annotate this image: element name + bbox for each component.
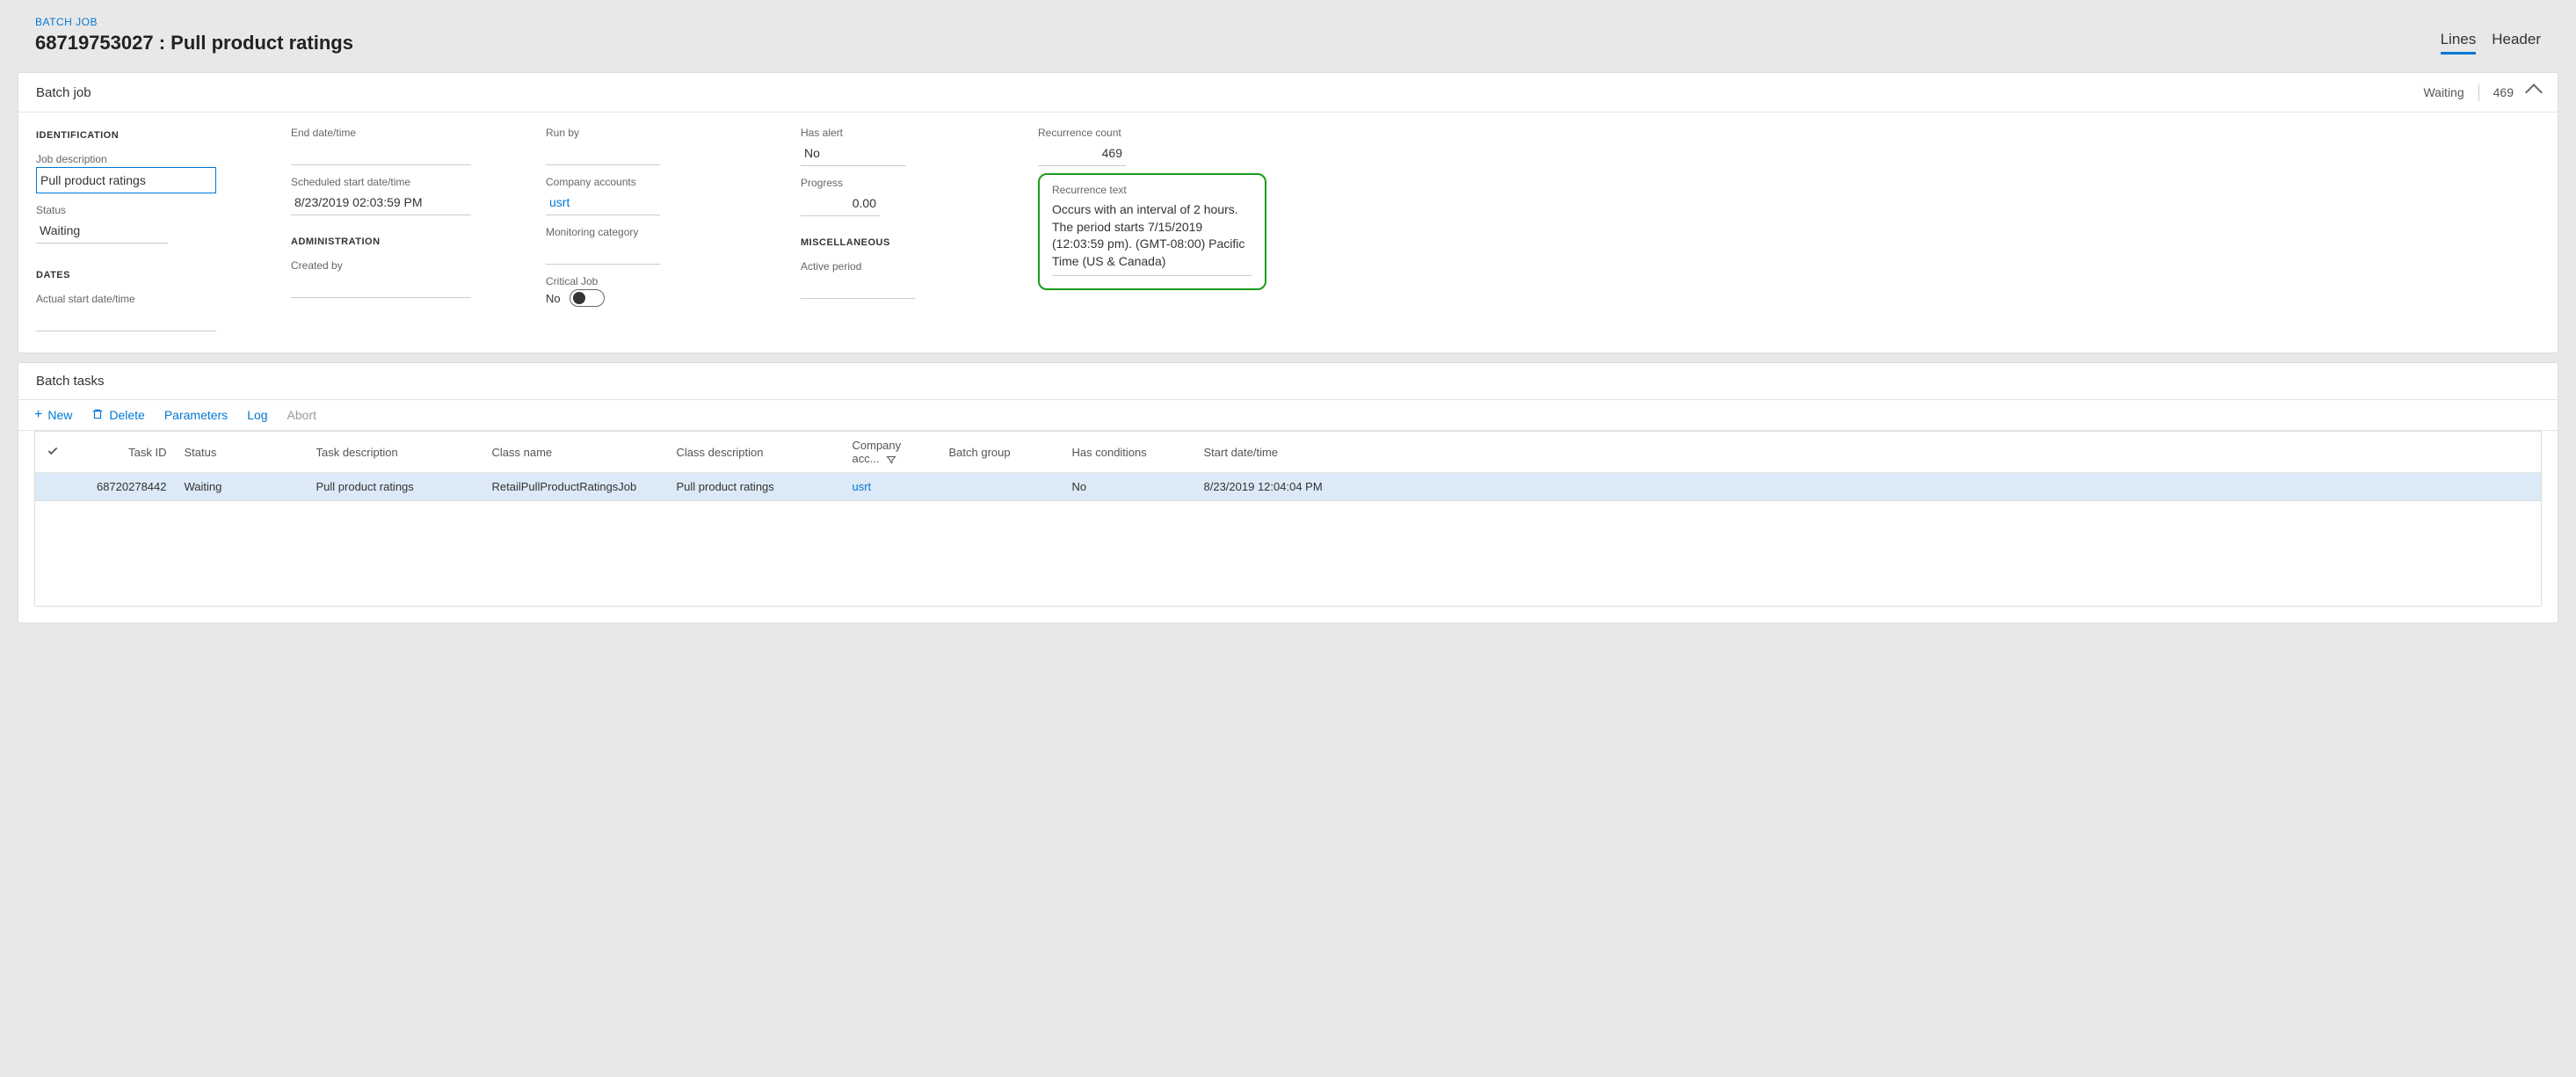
count-badge: 469 (2493, 85, 2514, 99)
status-value[interactable]: Waiting (36, 218, 168, 244)
new-button[interactable]: + New (34, 407, 72, 423)
created-by-value[interactable] (291, 273, 471, 298)
col-task-description[interactable]: Task description (308, 432, 483, 473)
has-alert-value[interactable]: No (801, 141, 906, 166)
plus-icon: + (34, 407, 42, 423)
recurrence-highlight: Recurrence text Occurs with an interval … (1038, 173, 1266, 290)
col-company-acc[interactable]: Company acc... (844, 432, 940, 473)
run-by-value[interactable] (546, 141, 660, 165)
cell-class-description: Pull product ratings (668, 473, 844, 501)
grid-empty-area (34, 501, 2542, 607)
view-tabs: Lines Header (2441, 31, 2541, 55)
table-row[interactable]: 68720278442 Waiting Pull product ratings… (35, 473, 2542, 501)
status-badge: Waiting (2423, 85, 2464, 99)
cell-batch-group (940, 473, 1063, 501)
batch-job-card-title: Batch job (36, 85, 91, 100)
tab-lines[interactable]: Lines (2441, 31, 2477, 55)
abort-button: Abort (287, 408, 316, 422)
page-header: BATCH JOB 68719753027 : Pull product rat… (18, 0, 2558, 63)
cell-has-conditions: No (1063, 473, 1195, 501)
label-progress: Progress (801, 177, 1003, 189)
label-scheduled-start: Scheduled start date/time (291, 176, 511, 188)
label-end-date: End date/time (291, 127, 511, 139)
batch-tasks-card: Batch tasks + New Delete Parameters Log … (18, 362, 2558, 623)
col-task-id[interactable]: Task ID (70, 432, 176, 473)
active-period-value[interactable] (801, 274, 915, 299)
recurrence-text-value: Occurs with an interval of 2 hours. The … (1052, 201, 1252, 276)
chevron-up-icon[interactable] (2525, 84, 2543, 101)
section-dates: DATES (36, 270, 256, 280)
cell-company-acc[interactable]: usrt (844, 473, 940, 501)
label-job-description: Job description (36, 153, 256, 165)
label-run-by: Run by (546, 127, 766, 139)
actual-start-value[interactable] (36, 307, 216, 331)
label-recurrence-text: Recurrence text (1052, 184, 1252, 196)
cell-start-date: 8/23/2019 12:04:04 PM (1195, 473, 2542, 501)
label-recurrence-count: Recurrence count (1038, 127, 1266, 139)
label-actual-start: Actual start date/time (36, 293, 256, 305)
batch-tasks-card-header[interactable]: Batch tasks (18, 363, 2558, 400)
page-title: 68719753027 : Pull product ratings (35, 32, 353, 55)
label-created-by: Created by (291, 259, 511, 272)
delete-button-label: Delete (109, 408, 144, 422)
section-miscellaneous: MISCELLANEOUS (801, 237, 1003, 248)
breadcrumb[interactable]: BATCH JOB (35, 16, 353, 28)
tasks-grid: Task ID Status Task description Class na… (34, 431, 2542, 501)
label-critical-job: Critical Job (546, 275, 766, 287)
end-date-value[interactable] (291, 141, 471, 165)
col-class-name[interactable]: Class name (483, 432, 668, 473)
tasks-toolbar: + New Delete Parameters Log Abort (18, 400, 2558, 431)
trash-icon (91, 408, 104, 423)
parameters-button[interactable]: Parameters (164, 408, 228, 422)
tab-header[interactable]: Header (2492, 31, 2541, 55)
critical-job-value: No (546, 292, 561, 305)
checkmark-icon (46, 447, 60, 460)
col-select[interactable] (35, 432, 70, 473)
delete-button[interactable]: Delete (91, 408, 144, 423)
cell-task-description: Pull product ratings (308, 473, 483, 501)
col-start-date[interactable]: Start date/time (1195, 432, 2542, 473)
label-monitoring-category: Monitoring category (546, 226, 766, 238)
log-button[interactable]: Log (247, 408, 267, 422)
cell-task-id: 68720278442 (70, 473, 176, 501)
label-company-accounts: Company accounts (546, 176, 766, 188)
critical-job-toggle[interactable] (570, 289, 605, 307)
filter-icon[interactable] (886, 452, 896, 465)
cell-status: Waiting (176, 473, 308, 501)
batch-job-card: Batch job Waiting 469 IDENTIFICATION Job… (18, 72, 2558, 353)
col-class-description[interactable]: Class description (668, 432, 844, 473)
company-accounts-value[interactable]: usrt (546, 190, 660, 215)
batch-job-card-header[interactable]: Batch job Waiting 469 (18, 73, 2558, 113)
batch-tasks-card-title: Batch tasks (36, 374, 105, 389)
progress-value[interactable]: 0.00 (801, 191, 880, 216)
recurrence-count-value[interactable]: 469 (1038, 141, 1126, 166)
section-administration: ADMINISTRATION (291, 237, 511, 247)
scheduled-start-value[interactable]: 8/23/2019 02:03:59 PM (291, 190, 471, 215)
label-active-period: Active period (801, 260, 1003, 273)
grid-header-row: Task ID Status Task description Class na… (35, 432, 2542, 473)
cell-class-name: RetailPullProductRatingsJob (483, 473, 668, 501)
divider (2478, 84, 2479, 101)
col-has-conditions[interactable]: Has conditions (1063, 432, 1195, 473)
job-description-input[interactable] (36, 167, 216, 193)
col-batch-group[interactable]: Batch group (940, 432, 1063, 473)
section-identification: IDENTIFICATION (36, 130, 256, 141)
label-has-alert: Has alert (801, 127, 1003, 139)
new-button-label: New (47, 408, 72, 422)
monitoring-category-value[interactable] (546, 240, 660, 265)
col-status[interactable]: Status (176, 432, 308, 473)
label-status: Status (36, 204, 256, 216)
